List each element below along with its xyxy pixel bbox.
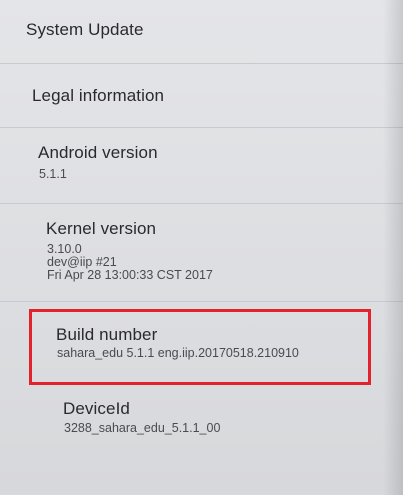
settings-item-title: System Update <box>26 20 144 39</box>
settings-item-kernel-version[interactable]: Kernel version 3.10.0 dev@iip #21 Fri Ap… <box>0 204 403 302</box>
settings-item-device-id[interactable]: DeviceId 3288_sahara_edu_5.1.1_00 <box>0 388 403 458</box>
settings-item-system-update[interactable]: System Update <box>0 0 403 64</box>
settings-item-legal-information[interactable]: Legal information <box>0 64 403 128</box>
about-tablet-screen: System Update Legal information Android … <box>0 0 403 495</box>
settings-item-summary: 5.1.1 <box>39 167 67 181</box>
settings-item-summary: Fri Apr 28 13:00:33 CST 2017 <box>47 268 213 282</box>
settings-item-title: DeviceId <box>63 399 130 418</box>
screen-edge-shadow <box>383 0 403 495</box>
settings-item-title: Kernel version <box>46 219 157 238</box>
highlight-rectangle <box>29 309 371 385</box>
settings-item-android-version[interactable]: Android version 5.1.1 <box>0 128 403 204</box>
settings-item-title: Legal information <box>32 86 165 105</box>
settings-item-summary: 3288_sahara_edu_5.1.1_00 <box>64 421 221 435</box>
settings-item-title: Android version <box>38 143 158 162</box>
